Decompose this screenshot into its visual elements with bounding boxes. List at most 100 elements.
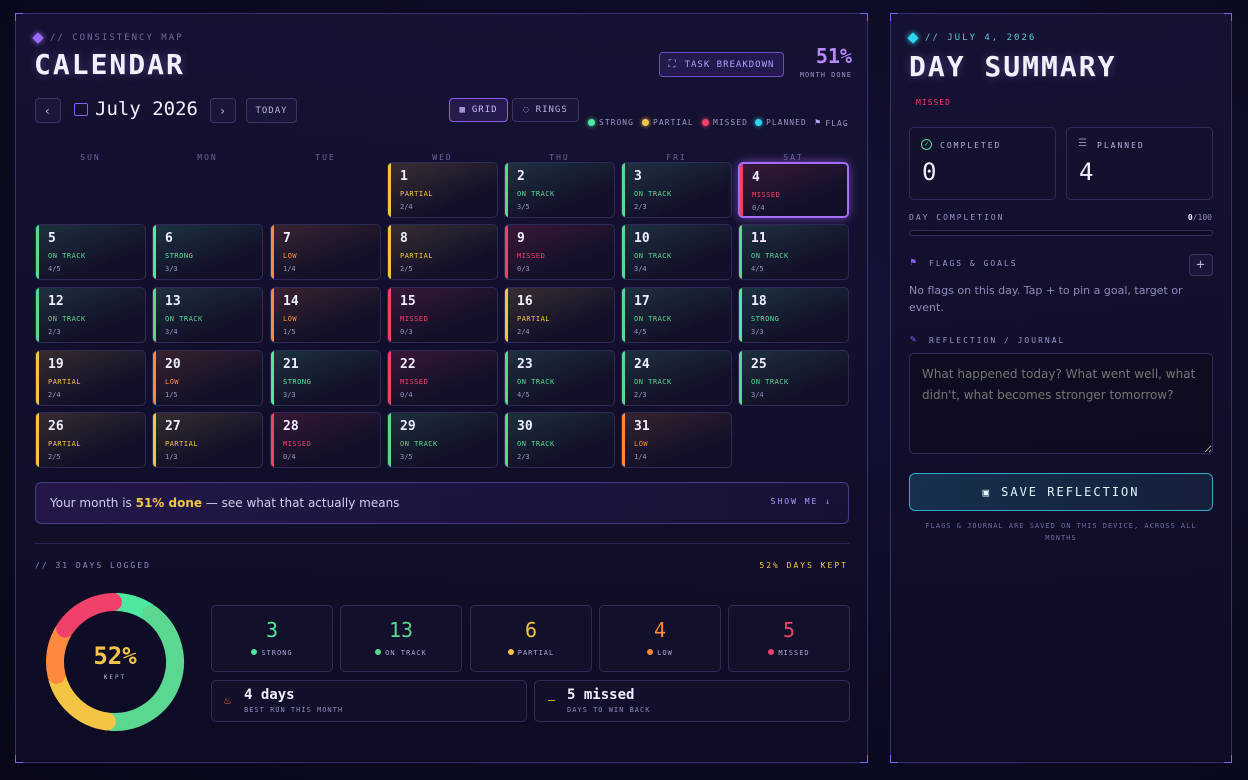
day-number: 23	[517, 357, 533, 372]
completion-label: DAY COMPLETION	[909, 213, 1005, 222]
day-cell[interactable]: 8 PARTIAL 2/5	[387, 224, 498, 280]
insight-banner[interactable]: Your month is 51% done — see what that a…	[35, 482, 849, 524]
day-count: 1/4	[634, 453, 647, 461]
day-status: ON TRACK	[751, 252, 789, 260]
day-cell[interactable]: 20 LOW 1/5	[152, 350, 263, 406]
day-cell[interactable]: 27 PARTIAL 1/3	[152, 412, 263, 468]
stat-value: 6	[524, 618, 538, 642]
task-breakdown-button[interactable]: ⛶ TASK BREAKDOWN	[659, 52, 784, 77]
day-cell[interactable]: 28 MISSED 0/4	[270, 412, 381, 468]
add-flag-button[interactable]: +	[1189, 254, 1213, 276]
day-number: 25	[751, 357, 767, 372]
day-cell[interactable]: 31 LOW 1/4	[621, 412, 732, 468]
status-bar	[271, 413, 274, 467]
day-number: 22	[400, 357, 416, 372]
day-status: ON TRACK	[400, 440, 438, 448]
day-count: 4/5	[751, 265, 764, 273]
day-cell[interactable]: 17 ON TRACK 4/5	[621, 287, 732, 343]
check-circle-icon: ✓	[921, 139, 932, 150]
stat-label: MISSED	[729, 649, 849, 657]
day-cell[interactable]: 18 STRONG 3/3	[738, 287, 849, 343]
edit-icon: ✎	[910, 334, 917, 345]
stat-card: 3 STRONG	[211, 605, 333, 672]
legend-item: ⚑ FLAG	[815, 118, 849, 128]
day-count: 3/3	[283, 391, 296, 399]
day-number: 12	[48, 294, 64, 309]
reflection-textarea[interactable]	[909, 353, 1213, 454]
day-number: 11	[751, 231, 767, 246]
day-cell[interactable]: 13 ON TRACK 3/4	[152, 287, 263, 343]
day-number: 4	[752, 170, 760, 185]
day-cell[interactable]: 21 STRONG 3/3	[270, 350, 381, 406]
day-cell[interactable]: 26 PARTIAL 2/5	[35, 412, 146, 468]
day-status: PARTIAL	[48, 378, 82, 386]
weekday-label: SUN	[80, 153, 101, 162]
weekday-label: WED	[432, 153, 453, 162]
day-count: 0/4	[752, 204, 765, 212]
day-count: 2/5	[48, 453, 61, 461]
next-month-button[interactable]: ›	[210, 98, 236, 123]
day-cell[interactable]: 19 PARTIAL 2/4	[35, 350, 146, 406]
day-summary-title: DAY SUMMARY	[909, 50, 1117, 83]
calendar-title: CALENDAR	[34, 48, 185, 81]
day-status: ON TRACK	[634, 190, 672, 198]
day-cell[interactable]: 29 ON TRACK 3/5	[387, 412, 498, 468]
month-done-percent: 51%	[815, 44, 852, 68]
month-label: July 2026	[95, 98, 198, 120]
weekday-label: FRI	[666, 153, 687, 162]
day-cell[interactable]: 14 LOW 1/5	[270, 287, 381, 343]
days-kept: 52% DAYS KEPT	[759, 561, 848, 570]
day-count: 3/3	[165, 265, 178, 273]
rings-view-button[interactable]: ◌ RINGS	[512, 98, 579, 122]
show-me-button[interactable]: SHOW ME ↓	[771, 497, 832, 506]
day-cell[interactable]: 4 MISSED 0/4	[738, 162, 849, 218]
day-number: 21	[283, 357, 299, 372]
day-count: 0/4	[283, 453, 296, 461]
day-cell[interactable]: 3 ON TRACK 2/3	[621, 162, 732, 218]
day-number: 2	[517, 169, 525, 184]
day-cell[interactable]: 25 ON TRACK 3/4	[738, 350, 849, 406]
day-status: ON TRACK	[751, 378, 789, 386]
diamond-icon	[32, 31, 44, 44]
legend-item: STRONG	[588, 118, 634, 127]
status-bar	[153, 225, 156, 279]
day-cell[interactable]: 30 ON TRACK 2/3	[504, 412, 615, 468]
day-cell[interactable]: 22 MISSED 0/4	[387, 350, 498, 406]
prev-month-button[interactable]: ‹	[35, 98, 61, 123]
day-cell[interactable]: 10 ON TRACK 3/4	[621, 224, 732, 280]
day-cell[interactable]: 12 ON TRACK 2/3	[35, 287, 146, 343]
day-cell[interactable]: 16 PARTIAL 2/4	[504, 287, 615, 343]
day-cell[interactable]: 5 ON TRACK 4/5	[35, 224, 146, 280]
day-status: LOW	[283, 252, 298, 260]
day-cell[interactable]: 7 LOW 1/4	[270, 224, 381, 280]
grid-view-button[interactable]: ▦ GRID	[449, 98, 508, 122]
day-status: MISSED	[283, 440, 312, 448]
status-bar	[271, 351, 274, 405]
legend-label: PARTIAL	[653, 118, 694, 127]
save-reflection-button[interactable]: ▣ SAVE REFLECTION	[909, 473, 1213, 511]
day-cell[interactable]: 24 ON TRACK 2/3	[621, 350, 732, 406]
day-cell[interactable]: 11 ON TRACK 4/5	[738, 224, 849, 280]
day-count: 2/5	[400, 265, 413, 273]
day-cell[interactable]: 2 ON TRACK 3/5	[504, 162, 615, 218]
stat-label: LOW	[600, 649, 720, 657]
chevron-right-icon: ›	[218, 103, 228, 118]
day-cell[interactable]: 1 PARTIAL 2/4	[387, 162, 498, 218]
legend-dot	[588, 119, 595, 126]
day-status: PARTIAL	[165, 440, 199, 448]
day-count: 2/4	[400, 203, 413, 211]
today-button[interactable]: TODAY	[246, 98, 297, 123]
day-cell[interactable]: 6 STRONG 3/3	[152, 224, 263, 280]
planned-label: PLANNED	[1097, 141, 1145, 150]
stat-value: 4	[653, 618, 667, 642]
day-number: 17	[634, 294, 650, 309]
day-cell[interactable]: 23 ON TRACK 4/5	[504, 350, 615, 406]
day-count: 4/5	[48, 265, 61, 273]
day-cell[interactable]: 15 MISSED 0/3	[387, 287, 498, 343]
day-count: 2/4	[517, 328, 530, 336]
flags-empty-text: No flags on this day. Tap + to pin a goa…	[909, 284, 1183, 314]
day-status: MISSED	[517, 252, 546, 260]
day-cell[interactable]: 9 MISSED 0/3	[504, 224, 615, 280]
day-count: 3/4	[751, 391, 764, 399]
day-status: MISSED	[400, 378, 429, 386]
